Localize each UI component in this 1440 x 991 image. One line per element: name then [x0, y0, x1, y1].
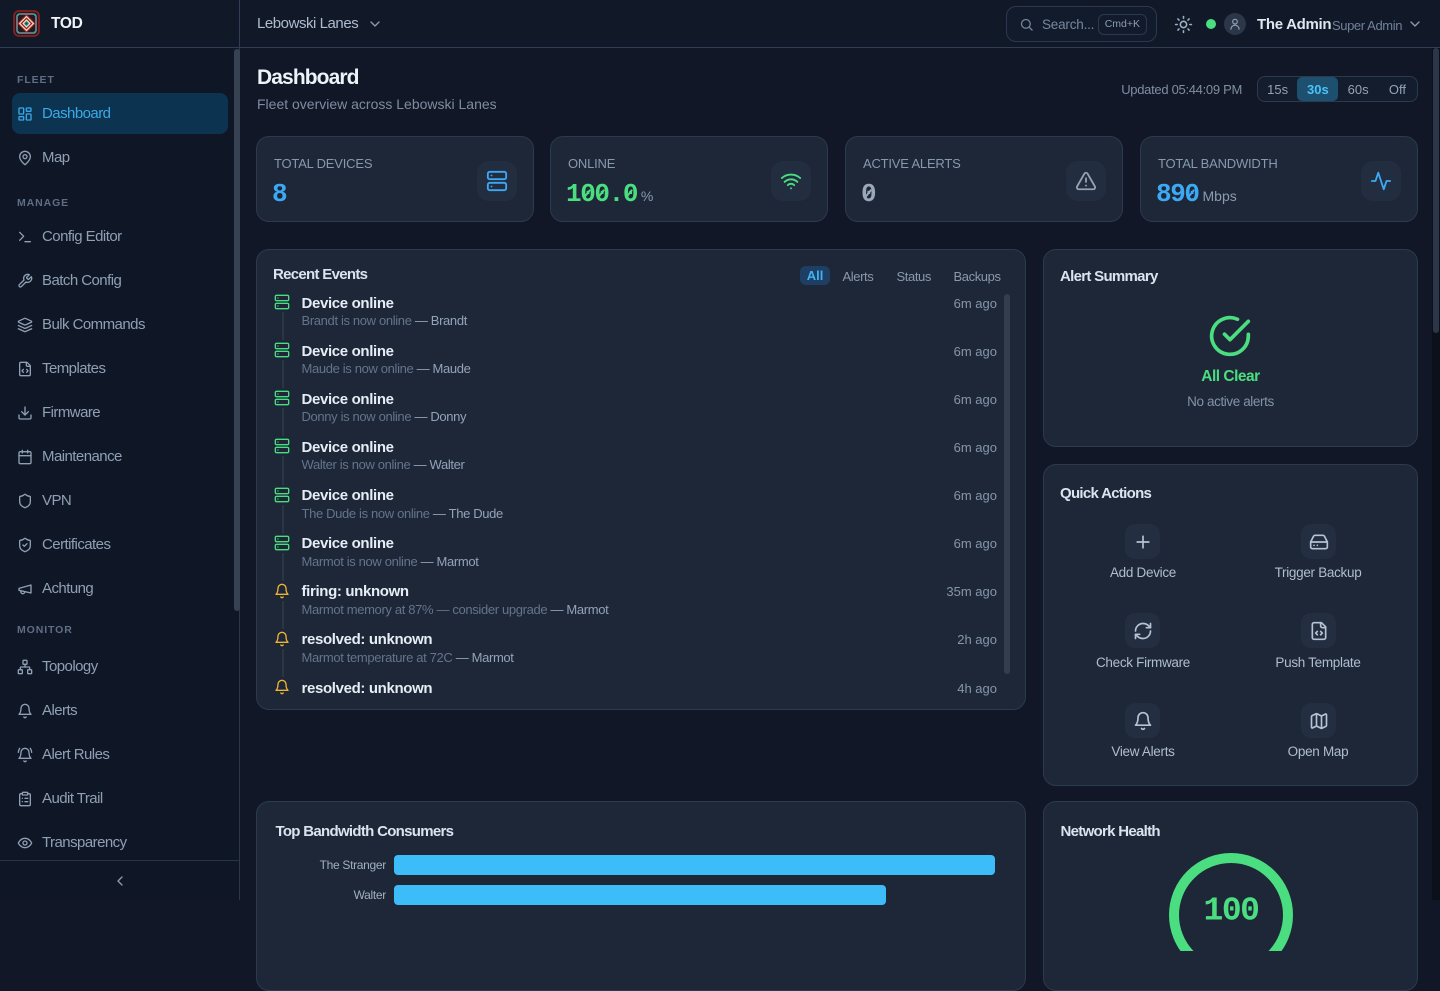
svg-text:100: 100	[1204, 893, 1259, 930]
